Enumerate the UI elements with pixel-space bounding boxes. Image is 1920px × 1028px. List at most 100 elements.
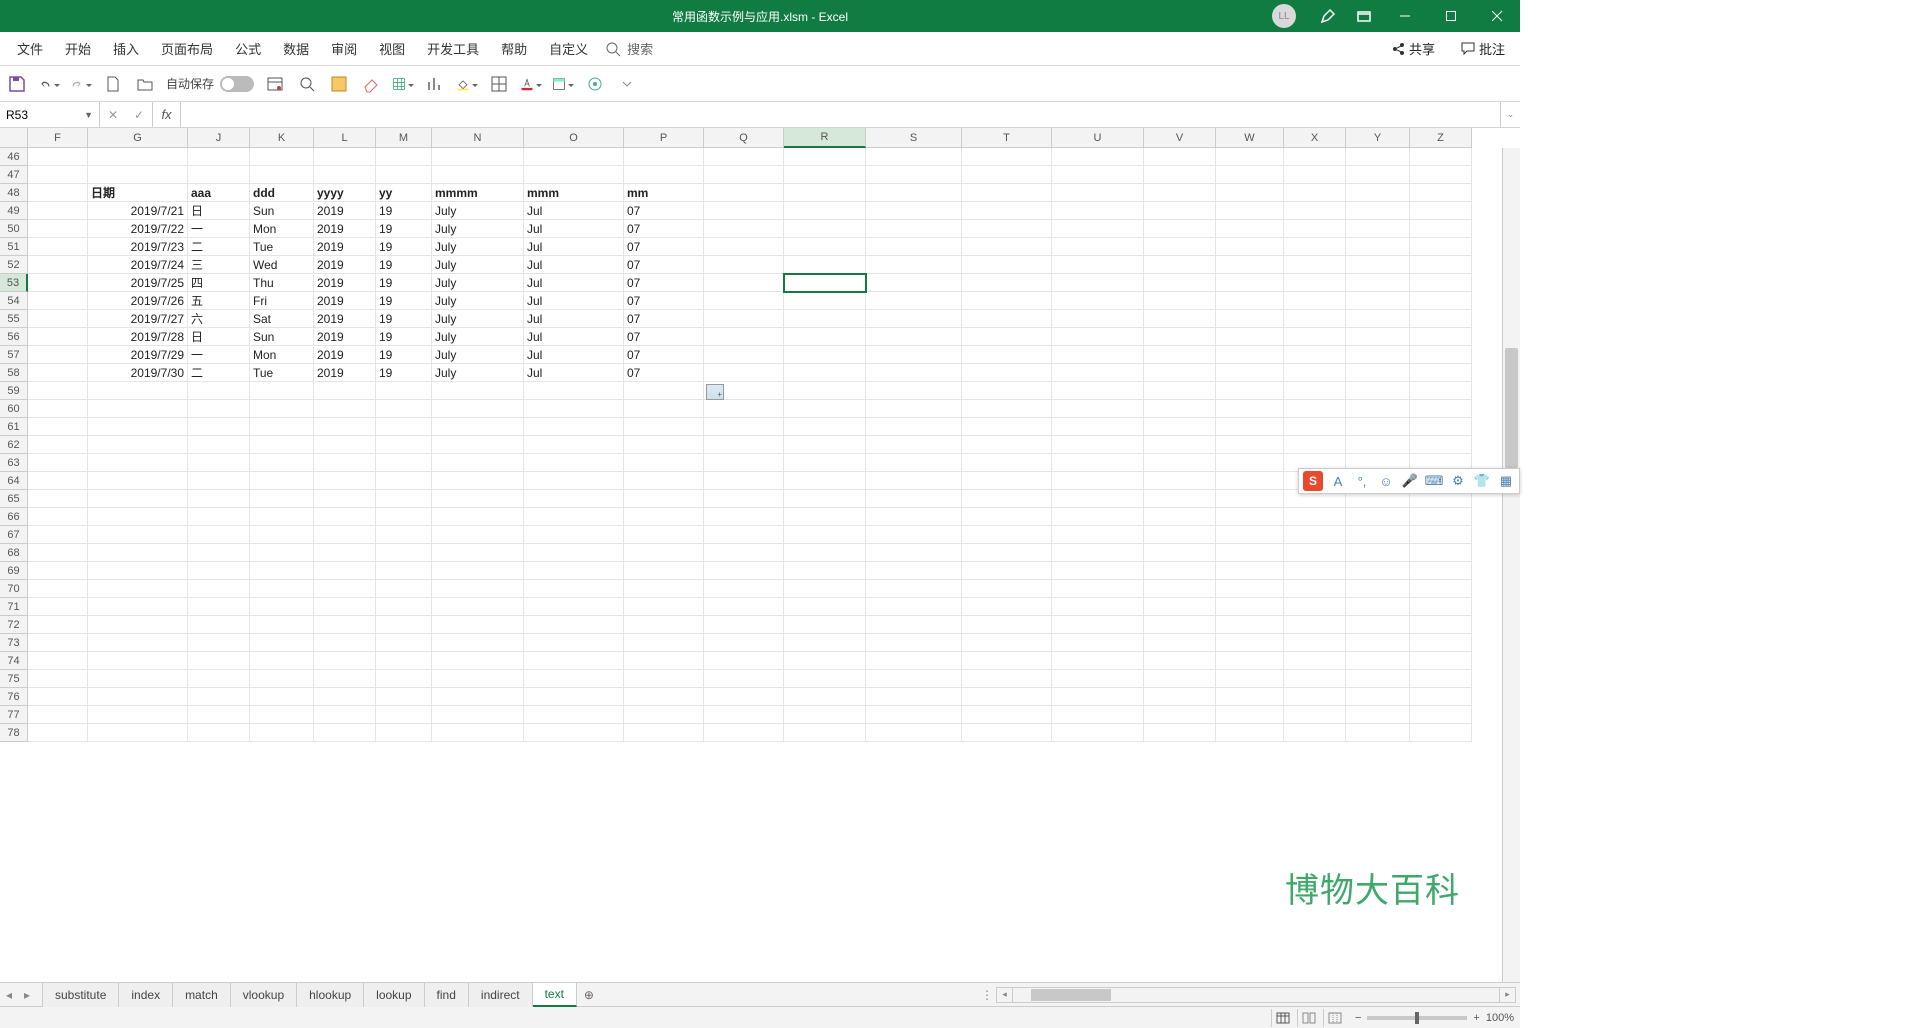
cell[interactable]: 19 bbox=[376, 346, 432, 364]
cell[interactable] bbox=[784, 526, 866, 544]
cell[interactable] bbox=[28, 634, 88, 652]
sheet-nav-prev-icon[interactable]: ▸ bbox=[18, 988, 36, 1002]
cell[interactable]: Sun bbox=[250, 328, 314, 346]
cell[interactable] bbox=[432, 454, 524, 472]
cell[interactable]: 2019/7/30 bbox=[88, 364, 188, 382]
cell[interactable] bbox=[704, 328, 784, 346]
cell[interactable]: 07 bbox=[624, 328, 704, 346]
ime-toolbox-icon[interactable]: ▦ bbox=[1497, 472, 1515, 490]
cell[interactable] bbox=[432, 490, 524, 508]
cell[interactable] bbox=[188, 688, 250, 706]
cell[interactable] bbox=[314, 724, 376, 742]
cell[interactable] bbox=[1144, 400, 1216, 418]
cell[interactable] bbox=[1144, 256, 1216, 274]
expand-formula-bar-icon[interactable]: ⌄ bbox=[1500, 102, 1520, 127]
cell[interactable]: 07 bbox=[624, 292, 704, 310]
fill-color-icon[interactable] bbox=[456, 73, 478, 95]
cell[interactable]: 2019 bbox=[314, 364, 376, 382]
cell[interactable] bbox=[1144, 364, 1216, 382]
cell[interactable] bbox=[1346, 328, 1410, 346]
cell[interactable]: Jul bbox=[524, 220, 624, 238]
cell[interactable] bbox=[28, 274, 88, 292]
cell[interactable] bbox=[188, 166, 250, 184]
cell[interactable] bbox=[524, 418, 624, 436]
ribbon-tab-插入[interactable]: 插入 bbox=[102, 32, 150, 66]
cell[interactable] bbox=[866, 508, 962, 526]
row-header[interactable]: 68 bbox=[0, 544, 28, 562]
cell[interactable] bbox=[1052, 364, 1144, 382]
row-header[interactable]: 77 bbox=[0, 706, 28, 724]
cell[interactable] bbox=[88, 454, 188, 472]
accept-formula-icon[interactable]: ✓ bbox=[126, 108, 152, 122]
cell[interactable] bbox=[524, 634, 624, 652]
cell[interactable] bbox=[866, 166, 962, 184]
row-header[interactable]: 66 bbox=[0, 508, 28, 526]
column-header[interactable]: P bbox=[624, 128, 704, 148]
cell[interactable] bbox=[28, 670, 88, 688]
cell[interactable]: Fri bbox=[250, 292, 314, 310]
cell[interactable] bbox=[188, 544, 250, 562]
sheet-tab-vlookup[interactable]: vlookup bbox=[231, 983, 297, 1007]
cell[interactable] bbox=[866, 526, 962, 544]
cell[interactable] bbox=[962, 526, 1052, 544]
cell[interactable] bbox=[524, 436, 624, 454]
cell[interactable] bbox=[1144, 490, 1216, 508]
cell[interactable] bbox=[624, 598, 704, 616]
cell[interactable] bbox=[376, 634, 432, 652]
cell[interactable] bbox=[866, 580, 962, 598]
cell[interactable] bbox=[784, 346, 866, 364]
open-file-icon[interactable] bbox=[134, 73, 156, 95]
cell[interactable] bbox=[784, 706, 866, 724]
cell[interactable] bbox=[1284, 238, 1346, 256]
sogou-logo-icon[interactable]: S bbox=[1303, 471, 1323, 491]
cell[interactable] bbox=[524, 706, 624, 724]
ribbon-tab-开发工具[interactable]: 开发工具 bbox=[416, 32, 490, 66]
cell[interactable] bbox=[784, 364, 866, 382]
cell[interactable] bbox=[432, 418, 524, 436]
borders-icon[interactable] bbox=[488, 73, 510, 95]
cell[interactable] bbox=[962, 184, 1052, 202]
cell[interactable]: 2019/7/27 bbox=[88, 310, 188, 328]
cell[interactable]: Mon bbox=[250, 220, 314, 238]
cell[interactable] bbox=[376, 166, 432, 184]
cell[interactable] bbox=[188, 508, 250, 526]
cell[interactable] bbox=[1216, 688, 1284, 706]
cell[interactable] bbox=[1216, 364, 1284, 382]
cell[interactable] bbox=[432, 472, 524, 490]
cell[interactable]: Jul bbox=[524, 328, 624, 346]
cell[interactable] bbox=[1346, 400, 1410, 418]
cell[interactable] bbox=[1410, 346, 1472, 364]
column-header[interactable]: K bbox=[250, 128, 314, 148]
cell[interactable] bbox=[88, 652, 188, 670]
cell[interactable]: 2019 bbox=[314, 346, 376, 364]
cell[interactable] bbox=[962, 238, 1052, 256]
cell[interactable] bbox=[1144, 472, 1216, 490]
cell[interactable]: 2019 bbox=[314, 274, 376, 292]
cell[interactable] bbox=[88, 616, 188, 634]
cell[interactable]: 19 bbox=[376, 220, 432, 238]
cell[interactable] bbox=[88, 418, 188, 436]
cell[interactable] bbox=[1216, 598, 1284, 616]
column-header[interactable]: Y bbox=[1346, 128, 1410, 148]
cell[interactable] bbox=[1410, 706, 1472, 724]
cell[interactable] bbox=[1052, 508, 1144, 526]
row-header[interactable]: 78 bbox=[0, 724, 28, 742]
cell[interactable] bbox=[524, 508, 624, 526]
cell[interactable] bbox=[624, 688, 704, 706]
cell[interactable] bbox=[704, 364, 784, 382]
cell[interactable] bbox=[866, 202, 962, 220]
cell[interactable] bbox=[1144, 274, 1216, 292]
cell[interactable] bbox=[784, 274, 866, 292]
new-file-icon[interactable] bbox=[102, 73, 124, 95]
cell[interactable] bbox=[432, 544, 524, 562]
cell[interactable] bbox=[784, 508, 866, 526]
cell[interactable] bbox=[524, 490, 624, 508]
cell[interactable] bbox=[432, 562, 524, 580]
cell[interactable] bbox=[88, 580, 188, 598]
cell[interactable] bbox=[1410, 634, 1472, 652]
cell[interactable] bbox=[784, 562, 866, 580]
cell[interactable] bbox=[1144, 544, 1216, 562]
cell[interactable] bbox=[1346, 364, 1410, 382]
cell[interactable] bbox=[1052, 256, 1144, 274]
cell[interactable] bbox=[624, 166, 704, 184]
